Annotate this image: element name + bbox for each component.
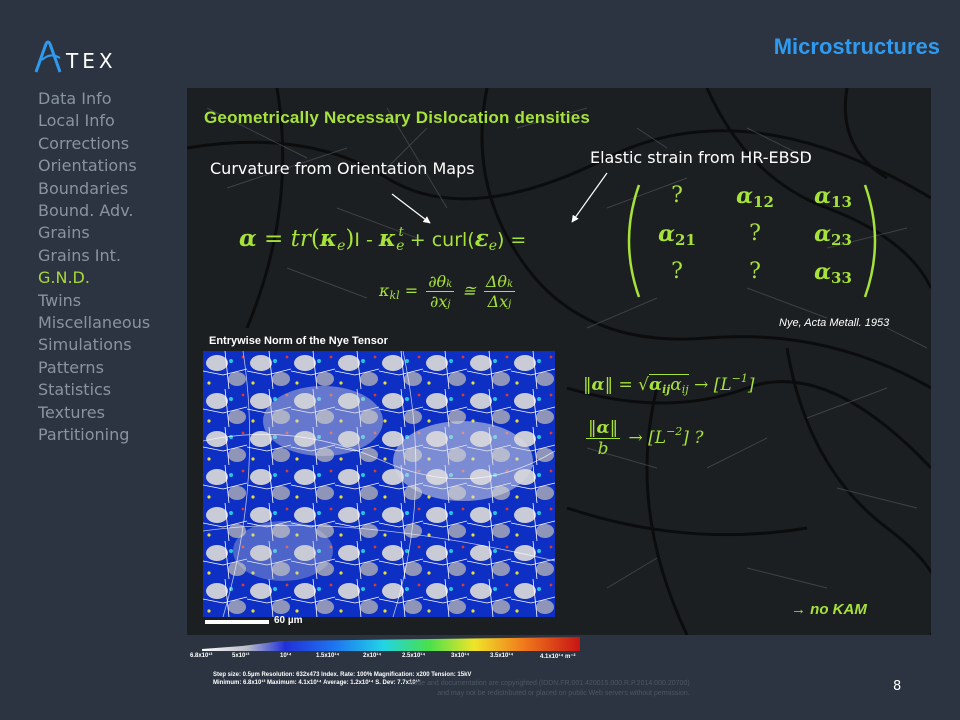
matrix-cell-21: α21 (658, 221, 696, 249)
sidebar-item-patterns[interactable]: Patterns (38, 357, 150, 379)
colorbar-tick: 5x10¹³ (232, 653, 250, 659)
page-title: Microstructures (773, 34, 940, 59)
sidebar-item-textures[interactable]: Textures (38, 402, 150, 424)
copyright-line-1: code and documentation are copyrighted (… (410, 680, 690, 687)
matrix-cell-13: α13 (814, 183, 852, 211)
sidebar-item-miscellaneous[interactable]: Miscellaneous (38, 312, 150, 334)
norm-over-b-formula: ‖α‖ b → [L−2] ? (586, 418, 704, 459)
nye-tensor-map (203, 351, 555, 617)
stats-line-1: Step size: 0.5µm Resolution: 632x473 Ind… (213, 672, 472, 678)
no-kam-note: → no KAM (791, 601, 867, 618)
colorbar-tick: 6.8x10¹³ (190, 653, 213, 659)
reference-citation: Nye, Acta Metall. 1953 (779, 317, 890, 329)
colorbar-tick: 4.1x10¹⁴ m⁻² (540, 654, 576, 660)
curvature-arrow (391, 193, 431, 224)
colorbar-tick: 3x10¹⁴ (451, 653, 470, 659)
sidebar-item-gnd[interactable]: G.N.D. (38, 267, 150, 289)
colorbar-tick: 2x10¹⁴ (363, 653, 382, 659)
sidebar-item-corrections[interactable]: Corrections (38, 133, 150, 155)
page-number: 8 (893, 679, 902, 694)
scale-bar-label: 60 µm (274, 615, 303, 626)
atex-logo: TEX (34, 40, 117, 73)
colorbar-tick: 3.5x10¹⁴ (490, 653, 514, 659)
sidebar-item-twins[interactable]: Twins (38, 290, 150, 312)
sidebar-item-statistics[interactable]: Statistics (38, 379, 150, 401)
colorbar (202, 637, 580, 651)
sidebar-item-data-info[interactable]: Data Info (38, 88, 150, 110)
copyright-notice: code and documentation are copyrighted (… (410, 679, 690, 699)
matrix-cell-31: ? (671, 259, 683, 284)
sidebar-item-local-info[interactable]: Local Info (38, 110, 150, 132)
sidebar-item-boundaries[interactable]: Boundaries (38, 178, 150, 200)
sidebar-item-bound-adv[interactable]: Bound. Adv. (38, 200, 150, 222)
sidebar-item-orientations[interactable]: Orientations (38, 155, 150, 177)
nye-tensor-matrix: ? α12 α13 α21 ? α23 ? ? α33 (621, 183, 883, 299)
matrix-cell-22: ? (749, 221, 761, 246)
sidebar-item-grains-int[interactable]: Grains Int. (38, 245, 150, 267)
map-title: Entrywise Norm of the Nye Tensor (209, 335, 388, 347)
sidebar-item-partitioning[interactable]: Partitioning (38, 424, 150, 446)
logo-text: TEX (65, 49, 117, 73)
matrix-cell-33: α33 (814, 259, 852, 287)
matrix-cell-23: α23 (814, 221, 852, 249)
slide-content: Geometrically Necessary Dislocation dens… (187, 88, 931, 635)
colorbar-tick: 2.5x10¹⁴ (402, 653, 426, 659)
sidebar-item-grains[interactable]: Grains (38, 222, 150, 244)
matrix-cell-11: ? (671, 183, 683, 208)
colorbar-ticks: 6.8x10¹³ 5x10¹³ 10¹⁴ 1.5x10¹⁴ 2x10¹⁴ 2.5… (190, 653, 590, 665)
scale-bar (205, 620, 269, 624)
matrix-cell-12: α12 (736, 183, 774, 211)
norm-formula: ‖α‖ = √αijαij → [L−1] (583, 372, 755, 396)
colorbar-tick: 10¹⁴ (280, 653, 292, 659)
matrix-cell-32: ? (749, 259, 761, 284)
sidebar-nav: Data Info Local Info Corrections Orienta… (38, 88, 150, 447)
curvature-formula: κkl = ∂θk ∂xj ≅ Δθk Δxj (379, 272, 516, 311)
nye-equation: α = tr(κe)I - κet + curl(εe) = (239, 225, 527, 254)
colorbar-tick: 1.5x10¹⁴ (316, 653, 340, 659)
strain-arrow (571, 172, 608, 223)
sidebar-item-simulations[interactable]: Simulations (38, 334, 150, 356)
copyright-line-2: and may not be redistributed or placed o… (437, 690, 690, 697)
